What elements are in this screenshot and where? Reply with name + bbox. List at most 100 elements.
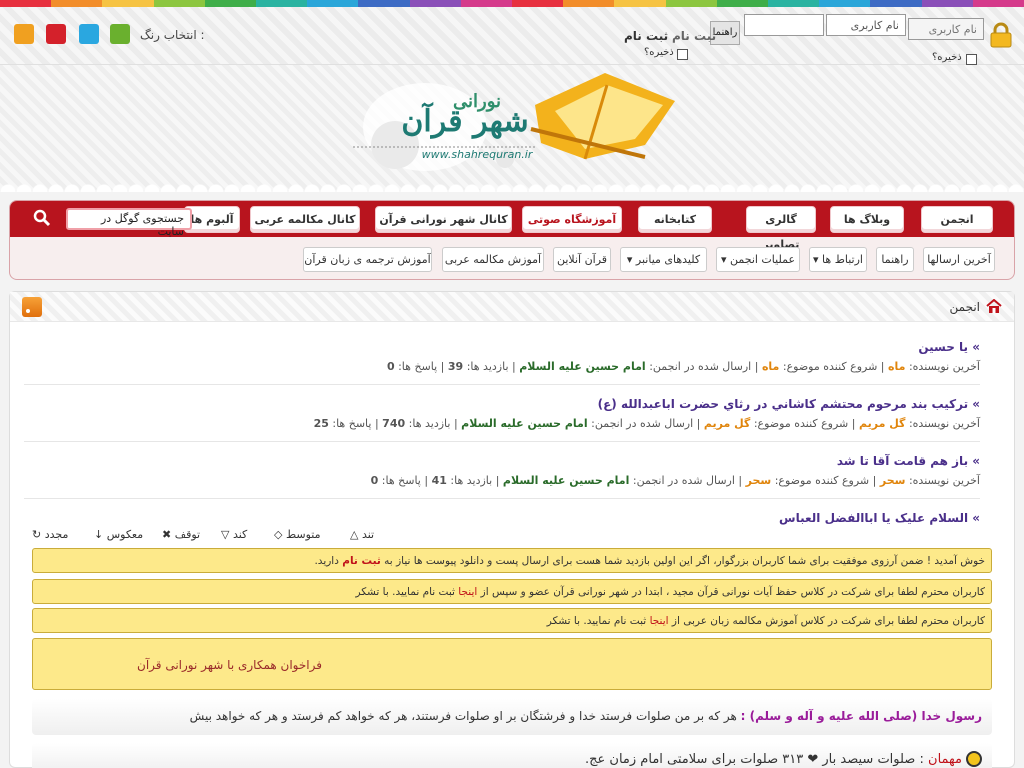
divider	[24, 498, 980, 499]
password-input[interactable]	[744, 14, 824, 36]
hadith-text: هر که بر من صلوات فرستد خدا و فرشتگان بر…	[189, 709, 741, 723]
color-swatch-blue[interactable]	[79, 24, 99, 44]
callout-link[interactable]: فراخوان همکاری با شهر نورانی قرآن	[137, 658, 322, 672]
control-medium[interactable]: ◇ متوسط	[274, 528, 321, 541]
nav-blogs[interactable]: وبلاگ ها	[830, 206, 904, 233]
notice-welcome: خوش آمدید ! ضمن آرزوی موفقیت برای شما کا…	[32, 548, 992, 573]
nav-arabic-channel[interactable]: کانال مکالمه عربی	[250, 206, 360, 233]
control-slow[interactable]: ▽ کند	[221, 528, 247, 541]
chevron-down-icon: ▾	[813, 253, 819, 266]
subnav-shortcuts[interactable]: کلیدهای میانبر ▾	[620, 247, 707, 272]
topic-views: 41	[431, 474, 447, 487]
register-link[interactable]: ثبت نام	[342, 555, 381, 567]
search-icon[interactable]	[32, 208, 52, 228]
topic-author[interactable]: گل مریم	[859, 417, 905, 430]
stripe-segment	[716, 0, 769, 7]
topic-starter[interactable]: ماه	[762, 360, 779, 373]
topic-views: 740	[382, 417, 406, 430]
chevron-down-icon: ▾	[720, 253, 727, 266]
topic-forum[interactable]: امام حسین علیه السلام	[519, 360, 645, 373]
google-search-input[interactable]: جستجوی گوگل در سایت	[66, 208, 192, 238]
site-logo[interactable]: شهر قرآن نورانی www.shahrequran.ir	[345, 65, 680, 185]
hadith-band: رسول خدا (صلی الله علیه و آله و سلم) : ه…	[32, 699, 992, 735]
subnav-latest-posts[interactable]: آخرین ارسالها	[923, 247, 995, 272]
stripe-segment	[153, 0, 205, 7]
topic-meta: آخرین نویسنده: گل مریم | شروع کننده موضو…	[313, 417, 980, 430]
stop-icon: ✖	[162, 528, 172, 541]
control-restart[interactable]: ↻ مجدد	[32, 528, 68, 541]
nav-quran-channel[interactable]: کانال شهر نورانی قرآن	[375, 206, 512, 233]
svg-text:نورانی: نورانی	[453, 91, 501, 112]
stripe-segment	[819, 0, 871, 7]
home-icon[interactable]	[986, 299, 1002, 313]
control-reverse[interactable]: ↓ معکوس	[94, 528, 143, 541]
topic-title[interactable]: » السلام علیک یا اباالفضل العباس	[24, 511, 980, 525]
subnav-help[interactable]: راهنما	[876, 247, 914, 272]
control-stop[interactable]: ✖ توقف	[162, 528, 200, 541]
stripe-segment	[512, 0, 564, 7]
breadcrumb: انجمن	[10, 292, 1014, 322]
topic-author[interactable]: سحر	[880, 474, 906, 487]
topic-views: 39	[447, 360, 464, 373]
here-link[interactable]: اینجا	[458, 586, 477, 598]
nav-library[interactable]: کتابخانه	[638, 206, 712, 233]
color-swatch-orange[interactable]	[14, 24, 34, 44]
topic-title[interactable]: » یا حسین	[24, 340, 980, 354]
stripe-segment	[870, 0, 922, 7]
breadcrumb-forum[interactable]: انجمن	[910, 300, 981, 314]
divider	[24, 384, 980, 385]
remember-checkbox[interactable]	[966, 54, 977, 65]
topic-item: » السلام علیک یا اباالفضل العباس	[24, 511, 980, 525]
register-link-duplicate[interactable]: ثبت نام	[672, 29, 716, 43]
topic-starter[interactable]: گل مریم	[704, 417, 750, 430]
hadith-source: رسول خدا (صلی الله علیه و آله و سلم) :	[740, 709, 982, 723]
nav-albums[interactable]: آلبوم ها	[184, 206, 240, 233]
header-edge	[0, 176, 1024, 192]
subnav-links[interactable]: ارتباط ها ▾	[809, 247, 867, 272]
subnav-forum-actions[interactable]: عملیات انجمن ▾	[716, 247, 800, 272]
triangle-up-icon: △	[350, 528, 359, 541]
color-swatch-red[interactable]	[46, 24, 66, 44]
site-header: شهر قرآن نورانی www.shahrequran.ir	[0, 65, 1024, 190]
topic-forum[interactable]: امام حسین علیه السلام	[461, 417, 587, 430]
topic-replies: 0	[370, 474, 379, 487]
subnav-online-quran[interactable]: قرآن آنلاین	[553, 247, 611, 272]
subnav-quran-translation[interactable]: آموزش ترجمه ی زبان قرآن	[303, 247, 432, 272]
user-icon	[966, 751, 982, 767]
stripe-segment	[614, 0, 666, 7]
stripe-segment	[460, 0, 513, 7]
topic-title[interactable]: » ترکيب بند مرحوم محتشم کاشاني در رثاي ح…	[24, 397, 980, 411]
topic-replies: 25	[313, 417, 329, 430]
shoutbox-row: مهمان : صلوات سیصد بار ❤ ۳۱۳ صلوات برای …	[32, 743, 992, 768]
stripe-segment	[768, 0, 820, 7]
remember-checkbox-2[interactable]	[677, 49, 688, 60]
register-link[interactable]: ثبت نام	[624, 29, 668, 43]
topic-author[interactable]: ماه	[888, 360, 905, 373]
notice-arabic-class: کاربران محترم لطفا برای شرکت در کلاس آمو…	[32, 608, 992, 633]
shout-user[interactable]: مهمان	[928, 752, 962, 767]
color-swatch-green[interactable]	[110, 24, 130, 44]
stripe-segment	[972, 0, 1024, 7]
username-input[interactable]	[826, 14, 906, 36]
diamond-icon: ◇	[274, 528, 283, 541]
nav-audio-school[interactable]: آموزشگاه صوتی	[522, 206, 622, 233]
color-picker-label: انتخاب رنگ :	[140, 28, 205, 42]
remember-label-2: ذخیره؟	[644, 47, 674, 58]
svg-text:www.shahrequran.ir: www.shahrequran.ir	[422, 148, 534, 161]
nav-forum[interactable]: انجمن	[921, 206, 993, 233]
stripe-segment	[921, 0, 973, 7]
lock-icon	[990, 22, 1012, 48]
stripe-segment	[563, 0, 615, 7]
remember-label: ذخیره؟	[932, 52, 962, 63]
subnav-arabic-lessons[interactable]: آموزش مکالمه عربی	[442, 247, 544, 272]
topic-forum[interactable]: امام حسین علیه السلام	[503, 474, 629, 487]
control-fast[interactable]: △ تند	[350, 528, 374, 541]
topic-starter[interactable]: سحر	[746, 474, 772, 487]
nav-gallery[interactable]: گالری تصاویر	[746, 206, 816, 251]
subnav-links-label: ارتباط ها	[822, 253, 863, 266]
here-link[interactable]: اینجا	[650, 615, 669, 627]
topic-meta: آخرین نویسنده: ماه | شروع کننده موضوع: م…	[386, 360, 980, 373]
username-field[interactable]	[908, 18, 984, 40]
topic-title[interactable]: » باز هم قامت آقا تا شد	[24, 454, 980, 468]
rss-icon[interactable]	[22, 297, 42, 317]
